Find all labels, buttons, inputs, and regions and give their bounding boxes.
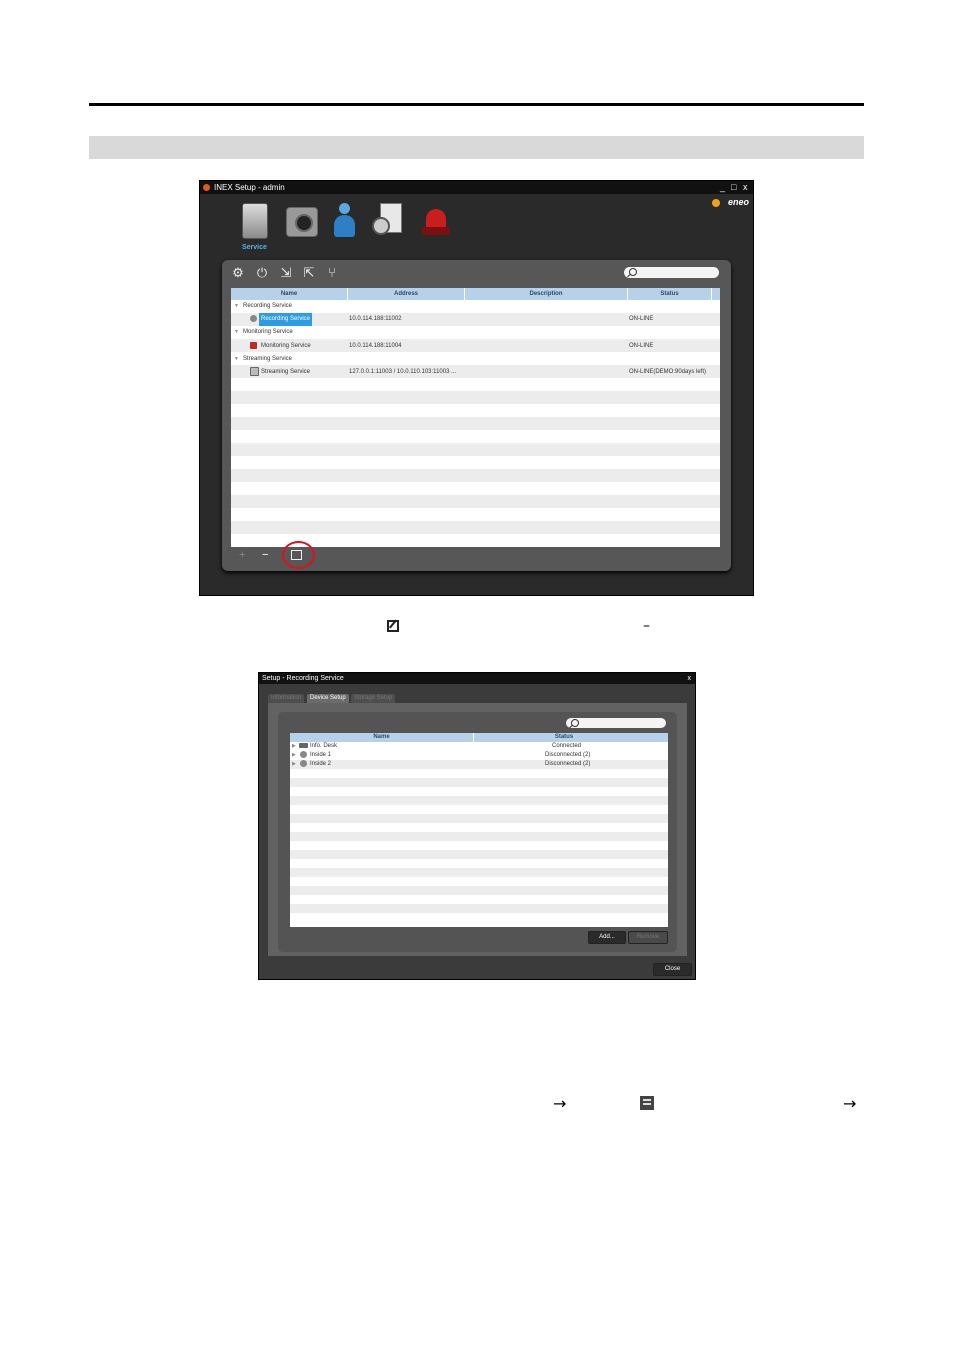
group-label: Monitoring Service bbox=[243, 329, 293, 335]
tab-information[interactable]: Information bbox=[268, 694, 305, 703]
remove-service-button[interactable]: − bbox=[262, 547, 268, 563]
edit-icon bbox=[387, 620, 399, 632]
table-header: Name Address Description Status bbox=[231, 288, 720, 300]
tab-content: Name Status ▶ Info. Desk Connected ▶ Ins… bbox=[268, 703, 687, 956]
gear-icon[interactable]: ⚙ bbox=[231, 266, 245, 280]
search-icon bbox=[629, 268, 637, 276]
device-status: Disconnected (2) bbox=[545, 752, 591, 758]
device-name: Inside 1 bbox=[310, 752, 332, 758]
service-address: 10.0.114.188:11004 bbox=[349, 343, 402, 349]
tab-service-label: Service bbox=[242, 244, 267, 251]
device-name: Inside 2 bbox=[310, 761, 332, 767]
column-header-status[interactable]: Status bbox=[474, 733, 654, 742]
recording-service-setup-window: Setup - Recording Service x Information … bbox=[258, 672, 696, 980]
add-service-button[interactable]: + bbox=[239, 547, 245, 563]
tab-storage-setup[interactable]: Storage Setup bbox=[351, 694, 396, 703]
table-row[interactable]: ▶ Inside 2 Disconnected (2) bbox=[290, 760, 668, 769]
service-status: ON-LINE(DEMO:90days left) bbox=[629, 369, 707, 375]
recording-service-icon bbox=[250, 313, 257, 326]
service-address: 127.0.0.1:11003 / 10.0.110.103:11003 ... bbox=[349, 369, 457, 375]
column-header-status[interactable]: Status bbox=[628, 288, 712, 300]
close-dialog-button[interactable]: Close bbox=[653, 963, 692, 976]
device-icon bbox=[299, 742, 308, 751]
expand-triangle-icon[interactable]: ▶ bbox=[292, 742, 296, 751]
collapse-triangle-icon[interactable]: ▼ bbox=[234, 326, 239, 339]
brand-logo: eneo bbox=[727, 197, 749, 207]
expand-triangle-icon[interactable]: ▶ bbox=[292, 751, 296, 760]
expand-triangle-icon[interactable]: ▶ bbox=[292, 760, 296, 769]
device-name: Info. Desk bbox=[310, 743, 338, 749]
service-panel: ⚙ ⏻ ⇲ ⇱ ⑂ Name Address Description Statu… bbox=[222, 260, 731, 571]
highlight-circle bbox=[282, 541, 315, 569]
service-status: ON-LINE bbox=[629, 343, 654, 349]
search-input[interactable] bbox=[566, 718, 666, 728]
table-action-bar: + − bbox=[231, 541, 720, 569]
inline-arrow: → bbox=[843, 1094, 857, 1113]
import-icon[interactable]: ⇲ bbox=[279, 266, 293, 280]
maximize-button[interactable]: □ bbox=[731, 181, 736, 194]
window-title: INEX Setup - admin bbox=[214, 183, 285, 192]
group-row-monitoring[interactable]: ▼ Monitoring Service bbox=[231, 326, 720, 339]
group-label: Streaming Service bbox=[243, 356, 293, 362]
service-name: Monitoring Service bbox=[261, 343, 311, 349]
title-bar: INEX Setup - admin _ □ x bbox=[200, 181, 753, 194]
schedule-clock-icon[interactable] bbox=[372, 203, 402, 237]
collapse-triangle-icon[interactable]: ▼ bbox=[234, 300, 239, 313]
group-row-streaming[interactable]: ▼ Streaming Service bbox=[231, 353, 720, 366]
camera-icon bbox=[300, 751, 307, 760]
table-row[interactable]: Streaming Service 127.0.0.1:11003 / 10.0… bbox=[231, 366, 720, 379]
collapse-triangle-icon[interactable]: ▼ bbox=[234, 353, 239, 366]
remove-device-button[interactable]: Remove bbox=[628, 931, 668, 944]
column-header-address[interactable]: Address bbox=[348, 288, 465, 300]
inline-dash: – bbox=[643, 618, 650, 634]
group-label: Recording Service bbox=[243, 303, 293, 309]
table-row[interactable]: ▶ Info. Desk Connected bbox=[290, 742, 668, 751]
setup-icon bbox=[640, 1096, 654, 1110]
app-icon bbox=[203, 184, 210, 191]
server-icon[interactable] bbox=[242, 203, 268, 239]
user-icon[interactable] bbox=[332, 203, 356, 237]
table-header: Name Status bbox=[290, 733, 668, 742]
device-panel: Name Status ▶ Info. Desk Connected ▶ Ins… bbox=[278, 712, 677, 952]
alarm-light-icon[interactable] bbox=[420, 203, 452, 237]
device-status: Connected bbox=[552, 743, 582, 749]
device-table: Name Status ▶ Info. Desk Connected ▶ Ins… bbox=[290, 733, 668, 927]
column-header-name[interactable]: Name bbox=[231, 288, 348, 300]
window-title: Setup - Recording Service bbox=[262, 675, 344, 682]
tab-device-setup[interactable]: Device Setup bbox=[307, 694, 349, 703]
camera-icon[interactable] bbox=[286, 207, 318, 237]
inex-setup-window: INEX Setup - admin _ □ x eneo Service ⚙ … bbox=[199, 180, 754, 596]
streaming-service-icon bbox=[250, 366, 259, 379]
table-row[interactable]: Monitoring Service 10.0.114.188:11004 ON… bbox=[231, 340, 720, 353]
column-header-name[interactable]: Name bbox=[290, 733, 474, 742]
group-row-recording[interactable]: ▼ Recording Service bbox=[231, 300, 720, 313]
export-icon[interactable]: ⇱ bbox=[302, 266, 316, 280]
header-rule bbox=[89, 103, 864, 106]
table-row[interactable]: ▶ Inside 1 Disconnected (2) bbox=[290, 751, 668, 760]
search-icon bbox=[571, 719, 579, 727]
service-status: ON-LINE bbox=[629, 316, 654, 322]
search-input[interactable] bbox=[624, 267, 719, 278]
title-bar: Setup - Recording Service x bbox=[259, 673, 695, 684]
add-device-button[interactable]: Add... bbox=[588, 931, 626, 944]
brand-logo-icon bbox=[712, 199, 720, 207]
service-name: Recording Service bbox=[259, 313, 313, 326]
camera-icon bbox=[300, 760, 307, 769]
network-icon[interactable]: ⑂ bbox=[325, 266, 339, 280]
close-button[interactable]: x bbox=[688, 673, 692, 684]
upload-icon[interactable]: ⏻ bbox=[255, 266, 269, 280]
close-button[interactable]: x bbox=[743, 181, 748, 194]
inline-arrow: → bbox=[553, 1094, 567, 1113]
service-address: 10.0.114.188:11002 bbox=[349, 316, 402, 322]
table-row[interactable]: Recording Service 10.0.114.188:11002 ON-… bbox=[231, 313, 720, 326]
monitoring-service-icon bbox=[250, 340, 257, 353]
section-heading-bar bbox=[89, 136, 864, 159]
service-name: Streaming Service bbox=[261, 369, 311, 375]
service-table: Name Address Description Status ▼ Record… bbox=[231, 288, 720, 547]
column-header-description[interactable]: Description bbox=[465, 288, 628, 300]
device-status: Disconnected (2) bbox=[545, 761, 591, 767]
minimize-button[interactable]: _ bbox=[720, 181, 725, 194]
